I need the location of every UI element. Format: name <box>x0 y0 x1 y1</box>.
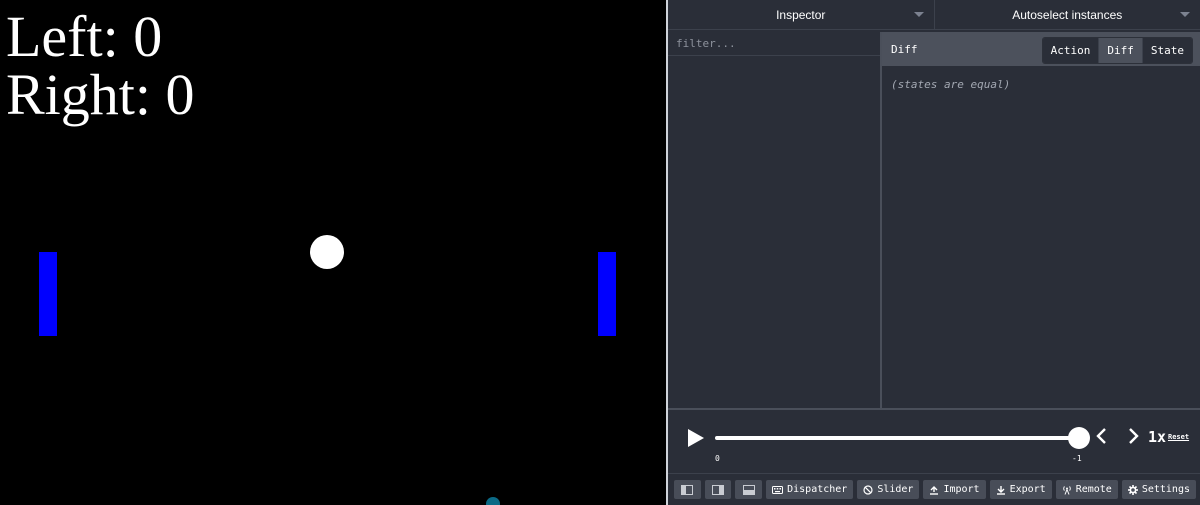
instance-select[interactable]: Autoselect instances <box>933 0 1200 29</box>
slider-min-label: 0 <box>715 454 720 463</box>
devtools-topbar: Inspector Autoselect instances <box>668 0 1200 30</box>
dispatcher-button[interactable]: Dispatcher <box>766 480 854 499</box>
caret-down-icon <box>913 12 924 17</box>
dispatcher-label: Dispatcher <box>787 484 848 495</box>
step-forward-button[interactable] <box>1125 427 1141 445</box>
slider-icon <box>863 484 873 495</box>
import-button[interactable]: Import <box>923 480 986 499</box>
redux-devtools-panel: Inspector Autoselect instances Diff Acti… <box>666 0 1200 505</box>
dock-left-button[interactable] <box>674 480 701 499</box>
remote-icon <box>1062 485 1071 495</box>
right-paddle <box>598 252 616 336</box>
detail-title: Diff <box>891 42 918 56</box>
monitor-select[interactable]: Inspector <box>668 0 934 29</box>
detail-tabs: Action Diff State <box>1041 37 1193 64</box>
dock-bottom-button[interactable] <box>735 480 763 499</box>
slider-button[interactable]: Slider <box>857 480 920 499</box>
slider-monitor: 0 -1 1x Reset <box>668 408 1200 471</box>
slider-thumb[interactable] <box>1068 427 1090 449</box>
export-icon <box>996 485 1005 495</box>
remote-button[interactable]: Remote <box>1055 480 1118 499</box>
keyboard-icon <box>772 485 784 494</box>
layout-bottom-icon <box>742 484 755 495</box>
monitor-select-label: Inspector <box>776 7 826 22</box>
play-button[interactable] <box>686 427 706 449</box>
slider-track[interactable] <box>715 436 1077 440</box>
chevron-left-icon <box>1096 428 1106 444</box>
detail-pane: Diff Action Diff State (states are equal… <box>882 32 1200 408</box>
remote-label: Remote <box>1075 484 1112 495</box>
left-paddle <box>39 252 57 336</box>
ball-trail <box>486 497 500 505</box>
ball <box>310 235 344 269</box>
devtools-bottom-bar: Dispatcher Slider Import Export Remote S… <box>668 473 1200 505</box>
instance-select-label: Autoselect instances <box>1012 7 1123 22</box>
settings-button[interactable]: Settings <box>1121 480 1196 499</box>
play-icon <box>688 429 704 447</box>
dock-right-button[interactable] <box>704 480 732 499</box>
settings-label: Settings <box>1141 484 1190 495</box>
filter-input[interactable] <box>668 32 880 56</box>
slider-label: Slider <box>877 484 914 495</box>
tab-action[interactable]: Action <box>1042 38 1099 63</box>
game-canvas[interactable]: Left: 0 Right: 0 <box>0 0 666 505</box>
right-score: Right: 0 <box>6 62 195 127</box>
inspector-body: Diff Action Diff State (states are equal… <box>668 32 1200 408</box>
export-button[interactable]: Export <box>989 480 1052 499</box>
action-list-pane <box>668 32 882 408</box>
tab-state[interactable]: State <box>1141 38 1192 63</box>
layout-left-icon <box>681 484 694 495</box>
diff-message: (states are equal) <box>891 78 1011 91</box>
reset-speed-button[interactable]: Reset <box>1168 433 1189 441</box>
import-label: Import <box>943 484 980 495</box>
caret-down-icon <box>1180 12 1190 17</box>
step-back-button[interactable] <box>1094 427 1110 445</box>
left-score: Left: 0 <box>6 4 163 69</box>
detail-header: Diff Action Diff State <box>882 32 1200 66</box>
slider-max-label: -1 <box>1072 454 1082 463</box>
tab-diff[interactable]: Diff <box>1098 38 1142 63</box>
gear-icon <box>1127 484 1138 495</box>
playback-speed[interactable]: 1x <box>1148 428 1166 446</box>
layout-right-icon <box>712 484 725 495</box>
chevron-right-icon <box>1129 428 1139 444</box>
export-label: Export <box>1009 484 1046 495</box>
import-icon <box>930 485 939 495</box>
